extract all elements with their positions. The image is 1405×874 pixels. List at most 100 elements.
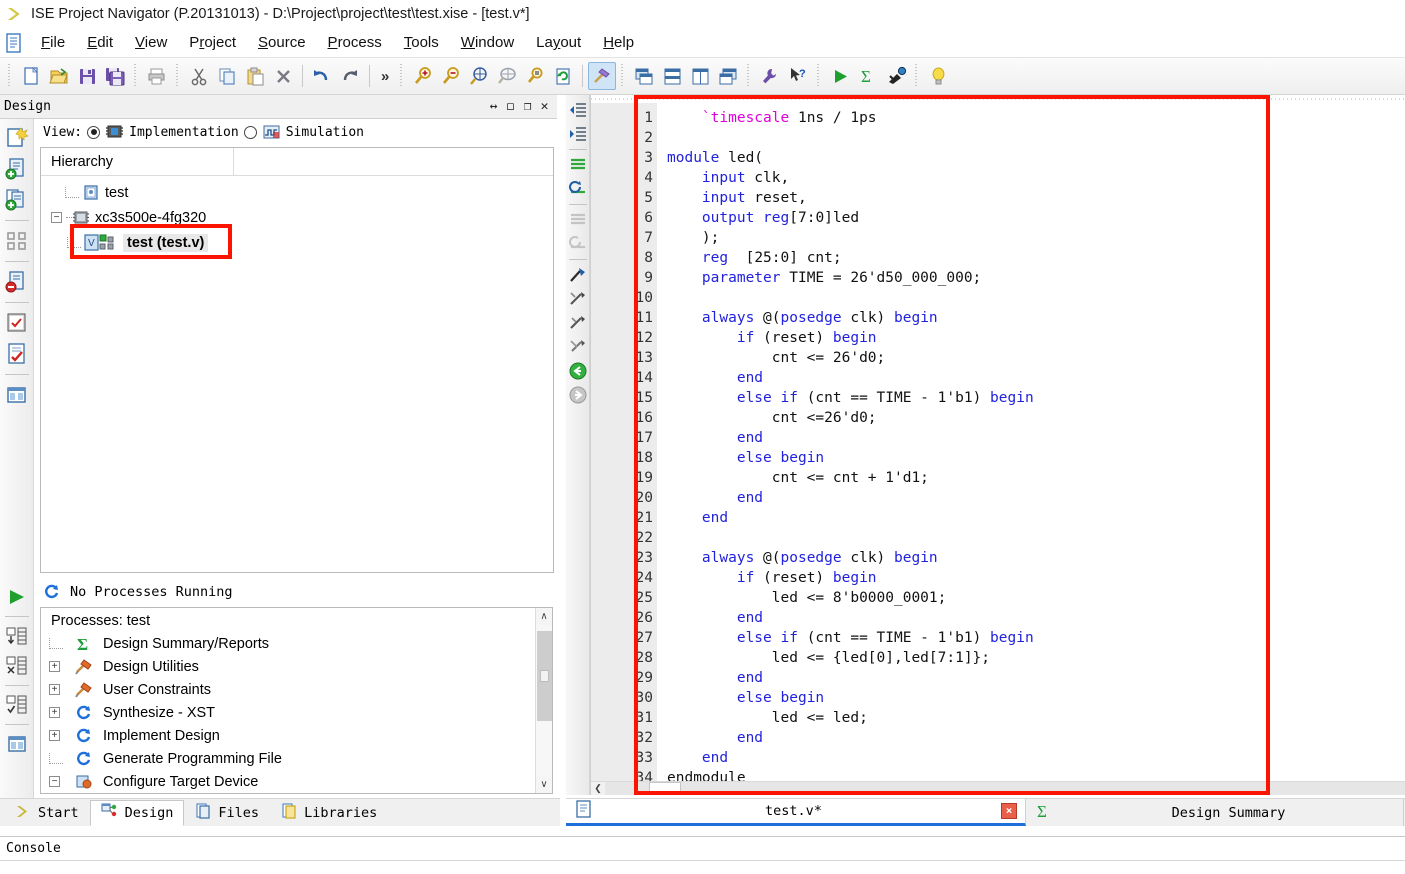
save-all-icon[interactable]: [101, 62, 129, 90]
view-option-simulation[interactable]: Simulation: [286, 125, 364, 140]
code-line[interactable]: else if (cnt == TIME - 1'b1) begin: [667, 628, 1405, 648]
process-item-configure-target-device[interactable]: − Configure Target Device: [49, 770, 535, 793]
float-window-icon[interactable]: [714, 62, 742, 90]
toolbar-grip-5[interactable]: [620, 64, 627, 88]
editor-top-grip[interactable]: [591, 95, 1405, 103]
refresh-icon[interactable]: [549, 62, 577, 90]
code-line[interactable]: led <= led;: [667, 708, 1405, 728]
tree-expander-expand[interactable]: +: [49, 661, 60, 672]
cascade-windows-icon[interactable]: [630, 62, 658, 90]
print-icon[interactable]: [143, 62, 171, 90]
console-output-area[interactable]: [0, 860, 1405, 874]
menu-view[interactable]: View: [124, 32, 178, 53]
hscrollbar-thumb[interactable]: [649, 782, 681, 795]
next-bookmark-icon[interactable]: [567, 288, 589, 310]
process-item-design-summary[interactable]: Σ Design Summary/Reports: [49, 632, 535, 655]
toolbar-overflow-button[interactable]: »: [375, 68, 395, 85]
menu-tools[interactable]: Tools: [393, 32, 450, 53]
code-line[interactable]: end: [667, 368, 1405, 388]
toolbar-grip-8[interactable]: [914, 64, 921, 88]
code-line[interactable]: else begin: [667, 688, 1405, 708]
zoom-fit-icon[interactable]: [465, 62, 493, 90]
code-line[interactable]: input clk,: [667, 168, 1405, 188]
scroll-left-arrow-icon[interactable]: ❮: [591, 782, 605, 795]
code-line[interactable]: if (reset) begin: [667, 328, 1405, 348]
copy-icon[interactable]: [213, 62, 241, 90]
clear-bookmarks-icon[interactable]: [567, 336, 589, 358]
add-copy-source-icon[interactable]: [3, 186, 31, 214]
process-item-implement-design[interactable]: + Implement Design: [49, 724, 535, 747]
maximize-icon[interactable]: ◻: [502, 98, 519, 116]
editor-tab-test-v[interactable]: test.v* ×: [566, 799, 1026, 826]
menu-edit[interactable]: Edit: [76, 32, 124, 53]
delete-icon[interactable]: [269, 62, 297, 90]
menu-window[interactable]: Window: [450, 32, 525, 53]
tree-expander-expand[interactable]: +: [49, 730, 60, 741]
whats-this-icon[interactable]: ?: [784, 62, 812, 90]
zoom-select-icon[interactable]: [521, 62, 549, 90]
outdent-icon[interactable]: [567, 99, 589, 121]
code-line[interactable]: led <= {led[0],led[7:1]};: [667, 648, 1405, 668]
code-line[interactable]: always @(posedge clk) begin: [667, 308, 1405, 328]
redo-icon[interactable]: [336, 62, 364, 90]
code-line[interactable]: [667, 128, 1405, 148]
code-line[interactable]: led <= 8'b0000_0001;: [667, 588, 1405, 608]
open-project-icon[interactable]: [45, 62, 73, 90]
scrollbar-track[interactable]: [535, 625, 552, 776]
rerun-all-icon[interactable]: [3, 652, 31, 680]
design-summary-icon[interactable]: Σ: [854, 62, 882, 90]
code-line[interactable]: else begin: [667, 448, 1405, 468]
code-line[interactable]: else if (cnt == TIME - 1'b1) begin: [667, 388, 1405, 408]
code-line[interactable]: cnt <= cnt + 1'd1;: [667, 468, 1405, 488]
process-item-synthesize-xst[interactable]: + Synthesize - XST: [49, 701, 535, 724]
tree-expander-collapse[interactable]: −: [51, 212, 62, 223]
radio-simulation[interactable]: [243, 125, 257, 139]
menu-help[interactable]: Help: [592, 32, 645, 53]
paste-icon[interactable]: [241, 62, 269, 90]
radio-implementation[interactable]: [87, 125, 101, 139]
toolbar-grip-6[interactable]: [746, 64, 753, 88]
build-hammer-icon[interactable]: [588, 62, 617, 90]
code-line[interactable]: [667, 288, 1405, 308]
code-line[interactable]: always @(posedge clk) begin: [667, 548, 1405, 568]
menu-layout[interactable]: Layout: [525, 32, 592, 53]
code-line[interactable]: [667, 528, 1405, 548]
zoom-area-icon[interactable]: [493, 62, 521, 90]
code-line[interactable]: cnt <=26'd0;: [667, 408, 1405, 428]
editor-horizontal-scrollbar[interactable]: ❮: [591, 781, 1405, 795]
run-process-icon[interactable]: [3, 583, 31, 611]
check-syntax-icon[interactable]: [3, 340, 31, 368]
code-line[interactable]: );: [667, 228, 1405, 248]
set-bookmark-icon[interactable]: [567, 264, 589, 286]
close-icon[interactable]: ×: [1001, 803, 1017, 819]
menu-file[interactable]: File: [30, 32, 76, 53]
scroll-down-arrow-icon[interactable]: ∨: [536, 776, 553, 793]
hscrollbar-track[interactable]: [605, 782, 1405, 795]
telescope-icon[interactable]: [882, 62, 910, 90]
tree-expander-expand[interactable]: +: [49, 707, 60, 718]
toolbar-grip[interactable]: [7, 64, 13, 88]
tab-start[interactable]: Start: [4, 800, 90, 826]
tree-node-test-verilog[interactable]: V test (test.v): [51, 230, 553, 255]
prev-bookmark-icon[interactable]: [567, 312, 589, 334]
tip-bulb-icon[interactable]: [924, 62, 952, 90]
back-icon[interactable]: [567, 360, 589, 382]
toolbar-grip-7[interactable]: [816, 64, 823, 88]
process-item-design-utilities[interactable]: + Design Utilities: [49, 655, 535, 678]
tree-node-device[interactable]: − xc3s500e-4fg320: [51, 205, 553, 230]
tree-expander-expand[interactable]: +: [49, 684, 60, 695]
new-source-icon[interactable]: [3, 124, 31, 152]
code-line[interactable]: end: [667, 668, 1405, 688]
toggle-panel-icon[interactable]: [3, 381, 31, 409]
uncomment-disabled-icon[interactable]: [567, 233, 589, 255]
code-line[interactable]: if (reset) begin: [667, 568, 1405, 588]
toggle-panel-icon[interactable]: [3, 730, 31, 758]
code-line[interactable]: end: [667, 748, 1405, 768]
comment-icon[interactable]: [567, 154, 589, 176]
code-text-area[interactable]: `timescale 1ns / 1ps module led( input c…: [657, 103, 1405, 783]
rerun-icon[interactable]: [3, 622, 31, 650]
design-goals-icon[interactable]: [3, 309, 31, 337]
indent-icon[interactable]: [567, 123, 589, 145]
menu-source[interactable]: Source: [247, 32, 317, 53]
code-line[interactable]: end: [667, 428, 1405, 448]
